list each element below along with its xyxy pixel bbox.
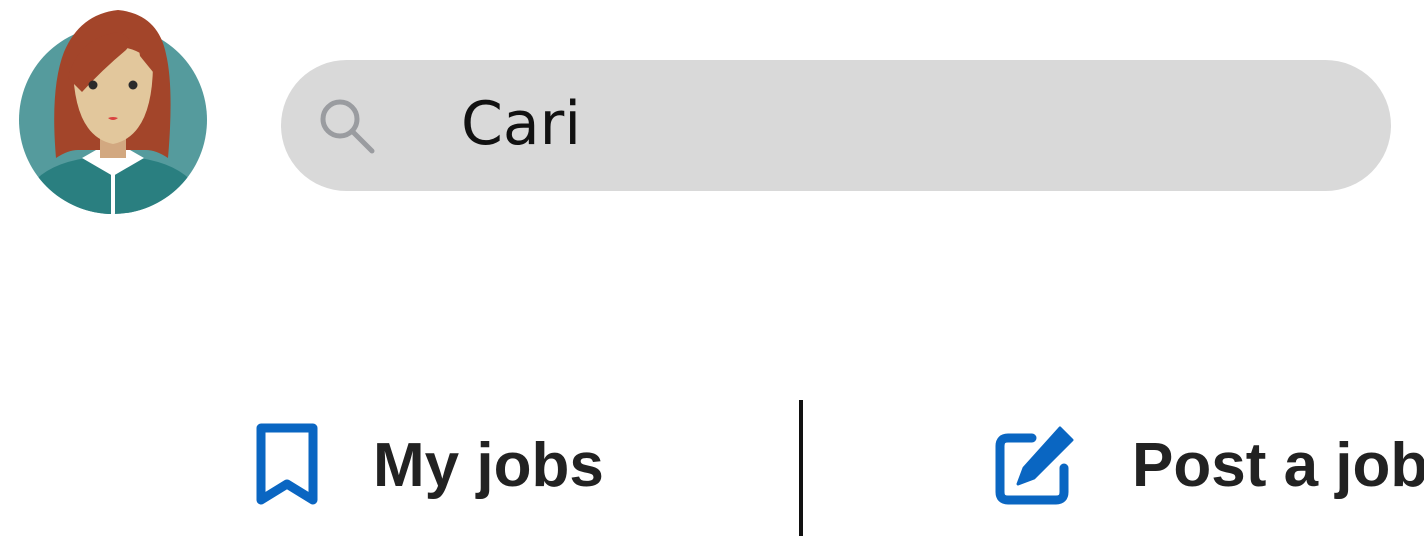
search-icon (315, 94, 379, 158)
post-job-label: Post a job (1132, 430, 1424, 500)
profile-avatar[interactable] (18, 8, 208, 214)
bookmark-icon (255, 422, 319, 508)
my-jobs-label: My jobs (373, 430, 604, 500)
my-jobs-button[interactable]: My jobs (255, 420, 604, 510)
home-header: My jobs Post a job (0, 0, 1424, 536)
search-bar[interactable] (281, 60, 1391, 191)
search-input[interactable] (461, 84, 1341, 164)
post-job-button[interactable]: Post a job (994, 420, 1424, 510)
nav-divider (799, 400, 803, 536)
edit-icon (994, 424, 1074, 506)
user-avatar-icon (19, 10, 207, 214)
